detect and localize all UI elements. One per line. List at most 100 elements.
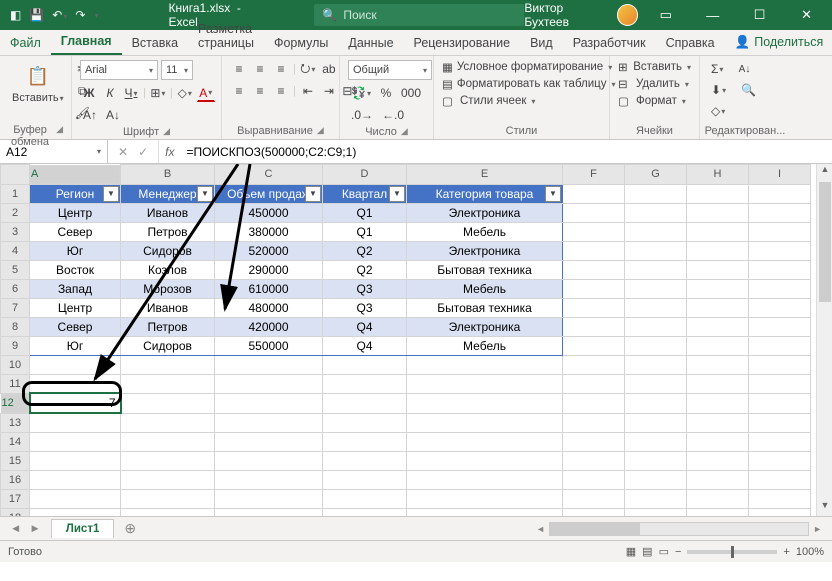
clear-icon[interactable]: ◇▾ [708, 102, 728, 120]
font-size-selector[interactable]: 11▾ [161, 60, 193, 80]
comma-format-icon[interactable]: 000 [398, 84, 424, 102]
filter-icon[interactable]: ▼ [197, 186, 213, 202]
cell-A16[interactable] [30, 470, 121, 489]
row-header-5[interactable]: 5 [1, 260, 30, 279]
cell-D7[interactable]: Q3 [323, 298, 407, 317]
cell-I12[interactable] [749, 393, 811, 413]
delete-cells-button[interactable]: ⊟Удалить▾ [618, 77, 691, 91]
increase-font-icon[interactable]: A↑ [80, 106, 100, 124]
filter-icon[interactable]: ▼ [545, 186, 561, 202]
cell-B10[interactable] [121, 355, 215, 374]
cell-H5[interactable] [687, 260, 749, 279]
cell-E15[interactable] [407, 451, 563, 470]
cell-I16[interactable] [749, 470, 811, 489]
cell-D3[interactable]: Q1 [323, 222, 407, 241]
cell-A4[interactable]: Юг [30, 241, 121, 260]
cell-H12[interactable] [687, 393, 749, 413]
cell-E4[interactable]: Электроника [407, 241, 563, 260]
row-header-6[interactable]: 6 [1, 279, 30, 298]
autosave-icon[interactable]: ◧ [10, 8, 21, 22]
cell-I7[interactable] [749, 298, 811, 317]
cell-A7[interactable]: Центр [30, 298, 121, 317]
cell-B2[interactable]: Иванов [121, 203, 215, 222]
cell-G14[interactable] [625, 432, 687, 451]
cell-G18[interactable] [625, 508, 687, 516]
cell-G6[interactable] [625, 279, 687, 298]
cell-B11[interactable] [121, 374, 215, 393]
conditional-formatting-button[interactable]: ▦Условное форматирование▾ [442, 60, 601, 74]
cell-B1[interactable]: Менеджер▼ [121, 184, 215, 203]
sheet-tab[interactable]: Лист1 [51, 519, 115, 538]
cell-F5[interactable] [563, 260, 625, 279]
row-header-13[interactable]: 13 [1, 413, 30, 432]
cell-H2[interactable] [687, 203, 749, 222]
minimize-icon[interactable]: — [693, 8, 732, 23]
cell-A6[interactable]: Запад [30, 279, 121, 298]
cell-B15[interactable] [121, 451, 215, 470]
col-header-H[interactable]: H [687, 165, 749, 185]
close-icon[interactable]: ✕ [787, 7, 826, 23]
cell-G12[interactable] [625, 393, 687, 413]
cell-B13[interactable] [121, 413, 215, 432]
cell-F6[interactable] [563, 279, 625, 298]
cell-B14[interactable] [121, 432, 215, 451]
fill-icon[interactable]: ⬇▾ [708, 81, 729, 99]
cell-B3[interactable]: Петров [121, 222, 215, 241]
cell-I2[interactable] [749, 203, 811, 222]
filter-icon[interactable]: ▼ [103, 186, 119, 202]
cell-B17[interactable] [121, 489, 215, 508]
cell-G2[interactable] [625, 203, 687, 222]
cell-F18[interactable] [563, 508, 625, 516]
cell-H6[interactable] [687, 279, 749, 298]
normal-view-icon[interactable]: ▦ [626, 545, 636, 558]
align-center-icon[interactable]: ≡ [251, 82, 269, 100]
cell-H11[interactable] [687, 374, 749, 393]
tab-data[interactable]: Данные [338, 31, 403, 55]
cell-D5[interactable]: Q2 [323, 260, 407, 279]
ribbon-mode-icon[interactable]: ▭ [646, 7, 685, 23]
fx-icon[interactable]: fx [158, 140, 180, 163]
cell-D15[interactable] [323, 451, 407, 470]
cell-C8[interactable]: 420000 [215, 317, 323, 336]
align-left-icon[interactable]: ≡ [230, 82, 248, 100]
cell-D6[interactable]: Q3 [323, 279, 407, 298]
tab-developer[interactable]: Разработчик [563, 31, 656, 55]
cell-H14[interactable] [687, 432, 749, 451]
cell-D4[interactable]: Q2 [323, 241, 407, 260]
cell-C16[interactable] [215, 470, 323, 489]
cell-G13[interactable] [625, 413, 687, 432]
cell-B9[interactable]: Сидоров [121, 336, 215, 355]
filter-icon[interactable]: ▼ [389, 186, 405, 202]
row-header-11[interactable]: 11 [1, 374, 30, 393]
cell-I11[interactable] [749, 374, 811, 393]
cell-C9[interactable]: 550000 [215, 336, 323, 355]
cell-G1[interactable] [625, 184, 687, 203]
row-header-2[interactable]: 2 [1, 203, 30, 222]
cell-C12[interactable] [215, 393, 323, 413]
cell-F15[interactable] [563, 451, 625, 470]
cell-B16[interactable] [121, 470, 215, 489]
maximize-icon[interactable]: ☐ [740, 7, 779, 23]
insert-cells-button[interactable]: ⊞Вставить▾ [618, 60, 691, 74]
cell-E16[interactable] [407, 470, 563, 489]
cell-C10[interactable] [215, 355, 323, 374]
cell-F3[interactable] [563, 222, 625, 241]
page-layout-view-icon[interactable]: ▤ [642, 545, 652, 558]
cell-I8[interactable] [749, 317, 811, 336]
cell-F13[interactable] [563, 413, 625, 432]
row-header-3[interactable]: 3 [1, 222, 30, 241]
cell-G8[interactable] [625, 317, 687, 336]
cell-E1[interactable]: Категория товара▼ [407, 184, 563, 203]
font-color-button[interactable]: А▾ [197, 84, 215, 102]
cell-D2[interactable]: Q1 [323, 203, 407, 222]
cell-F11[interactable] [563, 374, 625, 393]
align-top-icon[interactable]: ≡ [230, 60, 248, 78]
cell-D13[interactable] [323, 413, 407, 432]
row-header-12[interactable]: 12 [1, 394, 29, 413]
italic-button[interactable]: К [101, 84, 119, 102]
cell-H1[interactable] [687, 184, 749, 203]
decrease-font-icon[interactable]: A↓ [103, 106, 123, 124]
cell-F2[interactable] [563, 203, 625, 222]
tab-layout[interactable]: Разметка страницы [188, 17, 264, 55]
cell-E10[interactable] [407, 355, 563, 374]
